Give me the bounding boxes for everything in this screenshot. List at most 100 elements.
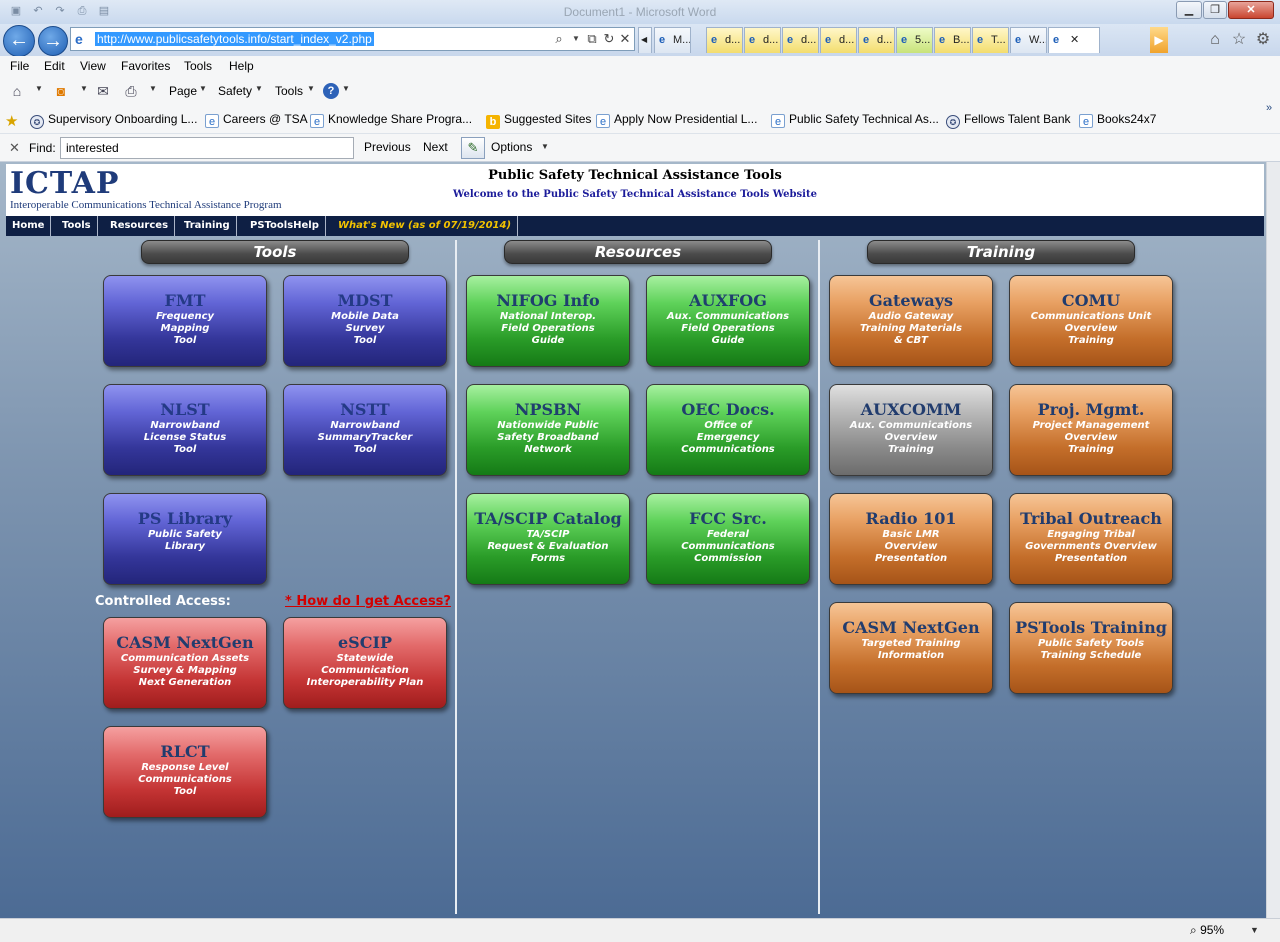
favorites-star-icon[interactable]: ☆ — [1229, 30, 1249, 50]
page-menu[interactable]: Page — [169, 84, 197, 98]
browser-tab[interactable]: e d... — [820, 27, 857, 53]
menu-edit[interactable]: Edit — [44, 59, 65, 73]
tile-nlst-button[interactable]: NLST Narrowband License Status Tool — [103, 384, 267, 476]
menu-view[interactable]: View — [80, 59, 106, 73]
favorite-link[interactable]: ✪ Supervisory Onboarding L... — [30, 112, 197, 129]
safety-menu[interactable]: Safety — [218, 84, 252, 98]
site-nav-home[interactable]: Home — [6, 216, 52, 236]
address-bar[interactable]: e http://www.publicsafetytools.info/star… — [70, 27, 635, 51]
tools-dropdown-icon[interactable]: ▼ — [307, 84, 315, 93]
home-icon[interactable]: ⌂ — [8, 82, 26, 100]
browser-tab[interactable]: e T... — [972, 27, 1009, 53]
browser-tab[interactable]: e M... — [654, 27, 691, 53]
new-tab-button[interactable]: ▶ — [1150, 27, 1168, 53]
site-nav-training[interactable]: Training — [178, 216, 237, 236]
browser-tab[interactable]: e d... — [858, 27, 895, 53]
tile-tribal-outreach-button[interactable]: Tribal Outreach Engaging Tribal Governmen… — [1009, 493, 1173, 585]
print-dropdown-icon[interactable]: ▼ — [149, 84, 157, 93]
menu-tools[interactable]: Tools — [184, 59, 212, 73]
tile-auxfog-button[interactable]: AUXFOG Aux. Communications Field Operatio… — [646, 275, 810, 367]
tile-nstt-button[interactable]: NSTT Narrowband SummaryTracker Tool — [283, 384, 447, 476]
tile-npsbn-button[interactable]: NPSBN Nationwide Public Safety Broadband … — [466, 384, 630, 476]
browser-tab[interactable]: e B... — [934, 27, 971, 53]
tile-ps-library-button[interactable]: PS Library Public Safety Library — [103, 493, 267, 585]
menu-file[interactable]: File — [10, 59, 29, 73]
compatibility-view-icon[interactable]: ⧉ — [584, 31, 600, 47]
menu-favorites[interactable]: Favorites — [121, 59, 170, 73]
print-icon[interactable]: ⎙ — [122, 82, 140, 100]
tile-auxcomm-button[interactable]: AUXCOMM Aux. Communications Overview Trai… — [829, 384, 993, 476]
highlight-matches-icon[interactable]: ✎ — [461, 137, 485, 159]
favorite-link[interactable]: b Suggested Sites — [486, 112, 591, 129]
close-tab-icon[interactable]: ✕ — [1067, 34, 1079, 46]
help-icon[interactable]: ? — [323, 83, 339, 99]
home-dropdown-icon[interactable]: ▼ — [35, 84, 43, 93]
access-help-link[interactable]: * How do I get Access? — [285, 594, 451, 609]
back-button[interactable]: ← — [3, 25, 35, 57]
menu-help[interactable]: Help — [229, 59, 254, 73]
browser-tab[interactable]: e d... — [706, 27, 743, 53]
tile-oec-docs-button[interactable]: OEC Docs. Office of Emergency Communicati… — [646, 384, 810, 476]
tile-mdst-button[interactable]: MDST Mobile Data Survey Tool — [283, 275, 447, 367]
favorite-link[interactable]: ✪ Fellows Talent Bank — [946, 112, 1071, 129]
favorite-link[interactable]: e Public Safety Technical As... — [771, 112, 939, 128]
tile-fmt-button[interactable]: FMT Frequency Mapping Tool — [103, 275, 267, 367]
find-input[interactable] — [60, 137, 354, 159]
tile-nifog-info-button[interactable]: NIFOG Info National Interop. Field Operat… — [466, 275, 630, 367]
find-previous-button[interactable]: Previous — [364, 140, 411, 154]
vertical-scrollbar[interactable] — [1266, 162, 1280, 918]
tile-casm-nextgen-button[interactable]: CASM NextGen Communication Assets Survey … — [103, 617, 267, 709]
address-url[interactable]: http://www.publicsafetytools.info/start_… — [95, 32, 374, 46]
browser-tab[interactable]: e W... — [1010, 27, 1047, 53]
tile-casm-nextgen-button[interactable]: CASM NextGen Targeted Training Informatio… — [829, 602, 993, 694]
refresh-icon[interactable]: ↻ — [601, 31, 617, 47]
favorite-link[interactable]: e Apply Now Presidential L... — [596, 112, 757, 128]
browser-tab[interactable]: e 5... — [896, 27, 933, 53]
search-icon[interactable]: ⌕ — [551, 31, 567, 47]
tile-title: PSTools Training — [1015, 618, 1167, 637]
zoom-level[interactable]: ⌕ 95% — [1190, 923, 1224, 938]
tools-menu[interactable]: Tools — [275, 84, 303, 98]
help-dropdown-icon[interactable]: ▼ — [342, 84, 350, 93]
maximize-button[interactable]: ❐ — [1203, 1, 1227, 19]
favorites-star-icon[interactable]: ★ — [5, 112, 18, 130]
find-next-button[interactable]: Next — [423, 140, 448, 154]
site-nav-tools[interactable]: Tools — [56, 216, 98, 236]
tile-ta-scip-catalog-button[interactable]: TA/SCIP Catalog TA/SCIP Request & Evaluat… — [466, 493, 630, 585]
mail-icon[interactable]: ✉ — [94, 82, 112, 100]
zoom-dropdown-icon[interactable]: ▼ — [1250, 925, 1259, 935]
home-icon[interactable]: ⌂ — [1205, 30, 1225, 50]
browser-tab[interactable]: e ✕ — [1048, 27, 1100, 53]
tile-rlct-button[interactable]: RLCT Response Level Communications Tool — [103, 726, 267, 818]
forward-button[interactable]: → — [38, 26, 68, 56]
close-find-icon[interactable]: ✕ — [9, 140, 20, 156]
favorites-overflow-icon[interactable]: » — [1266, 102, 1272, 114]
tile-escip-button[interactable]: eSCIP Statewide Communication Interoperab… — [283, 617, 447, 709]
find-options-button[interactable]: Options — [491, 140, 532, 154]
site-nav-resources[interactable]: Resources — [104, 216, 176, 236]
favorite-link[interactable]: e Knowledge Share Progra... — [310, 112, 472, 128]
site-nav-pstoolshelp[interactable]: PSToolsHelp — [244, 216, 326, 236]
browser-tab[interactable]: e d... — [744, 27, 781, 53]
tile-fcc-src-button[interactable]: FCC Src. Federal Communications Commissio… — [646, 493, 810, 585]
tile-pstools-training-button[interactable]: PSTools Training Public Safety Tools Trai… — [1009, 602, 1173, 694]
feeds-icon[interactable]: ◙ — [52, 82, 70, 100]
feeds-dropdown-icon[interactable]: ▼ — [80, 84, 88, 93]
find-options-dropdown-icon[interactable]: ▼ — [541, 142, 549, 151]
close-window-button[interactable]: ✕ — [1228, 1, 1274, 19]
tile-comu-button[interactable]: COMU Communications Unit Overview Trainin… — [1009, 275, 1173, 367]
site-nav-whats-new[interactable]: What's New (as of 07/19/2014) — [332, 216, 519, 236]
stop-icon[interactable]: ✕ — [617, 31, 633, 47]
tile-proj-mgmt-button[interactable]: Proj. Mgmt. Project Management Overview T… — [1009, 384, 1173, 476]
tab-scroll-left[interactable]: ◀ — [638, 27, 652, 53]
minimize-button[interactable]: ▁ — [1176, 1, 1202, 19]
tile-gateways-button[interactable]: Gateways Audio Gateway Training Materials… — [829, 275, 993, 367]
browser-tab[interactable]: e d... — [782, 27, 819, 53]
search-dropdown-icon[interactable]: ▼ — [568, 31, 584, 47]
favorite-link[interactable]: e Careers @ TSA — [205, 112, 308, 128]
settings-gear-icon[interactable]: ⚙ — [1253, 30, 1273, 50]
page-dropdown-icon[interactable]: ▼ — [199, 84, 207, 93]
tile-radio-101-button[interactable]: Radio 101 Basic LMR Overview Presentation — [829, 493, 993, 585]
favorite-link[interactable]: e Books24x7 — [1079, 112, 1156, 128]
safety-dropdown-icon[interactable]: ▼ — [255, 84, 263, 93]
